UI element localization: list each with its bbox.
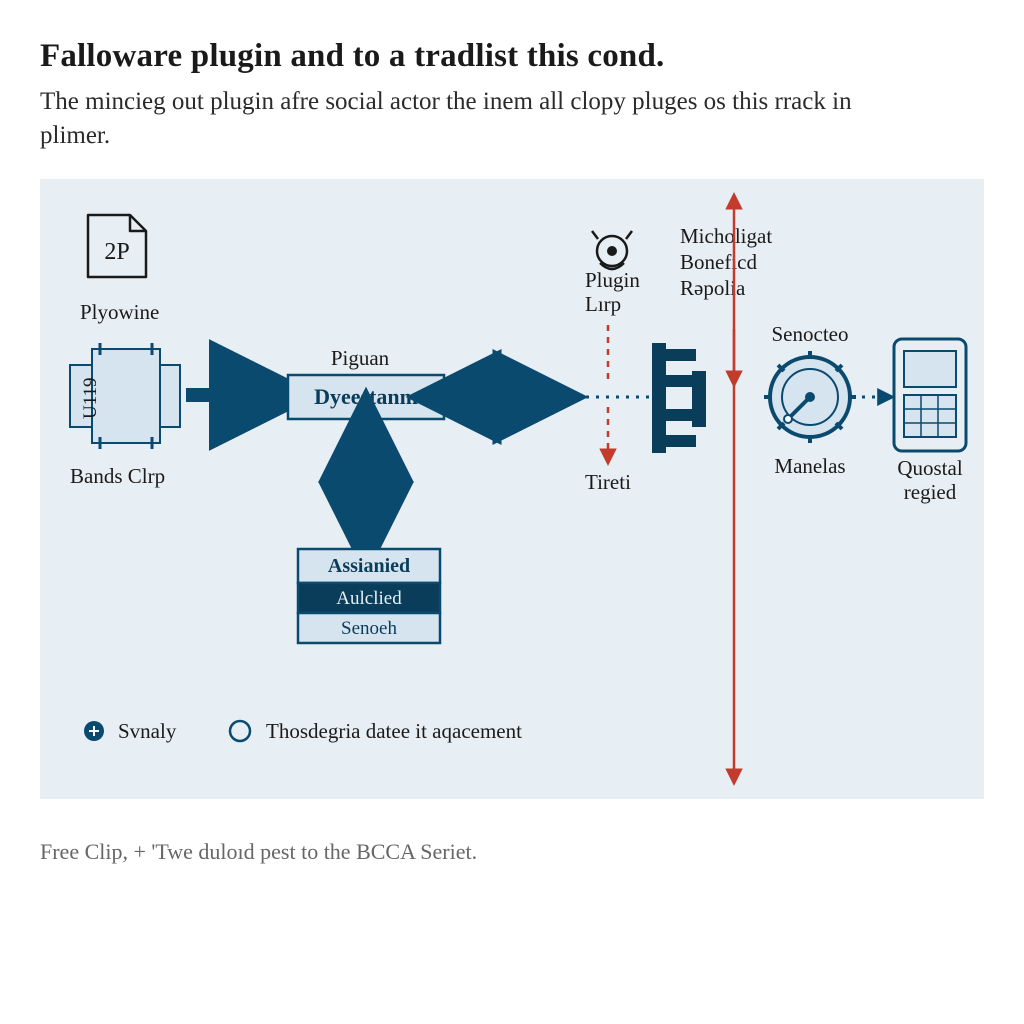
file-icon: 2P xyxy=(88,215,146,277)
assianied-row1: Aulclied xyxy=(336,588,402,609)
legend-item-1: Svnaly xyxy=(118,719,177,743)
page-subtitle: The mincieg out plugin afre social actor… xyxy=(40,85,920,153)
plugin-lirp-icon xyxy=(592,231,632,269)
diagram-panel: 2P Plyowine U119 Bands Clrp Piguan Dyees… xyxy=(40,179,984,799)
quostal-label-2: regied xyxy=(904,480,957,504)
dyeestanm-box: Dyeestanm xyxy=(288,375,444,419)
micholigat-line3: Rəpolia xyxy=(680,276,746,300)
piguan-label: Piguan xyxy=(331,346,390,370)
tireti-label: Tireti xyxy=(585,470,631,494)
bands-clrp-label: Bands Clrp xyxy=(70,464,165,488)
page-title: Falloware plugin and to a tradlist this … xyxy=(40,38,984,75)
senocteo-label: Senocteo xyxy=(772,322,849,346)
quostal-label-1: Quostal xyxy=(897,456,962,480)
manelas-gauge-icon xyxy=(764,351,856,443)
manelas-label: Manelas xyxy=(774,454,845,478)
quostal-device-icon xyxy=(894,339,966,451)
plyowine-label: Plyowine xyxy=(80,300,159,324)
bands-unit-label: U119 xyxy=(80,377,101,419)
legend: Svnaly Thosdegria datee it aqacement xyxy=(84,719,522,743)
dyeestanm-label: Dyeestanm xyxy=(314,384,418,409)
micholigat-line2: Boneficd xyxy=(680,250,757,274)
file-badge-text: 2P xyxy=(104,239,129,265)
plugin-lirp-label-1: Plugin xyxy=(585,268,640,292)
micholigat-line1: Micholigat xyxy=(680,224,772,248)
bands-clrp-icon: U119 xyxy=(70,343,180,449)
assianied-row2: Senoeh xyxy=(341,618,397,639)
bracket-icon xyxy=(652,343,706,453)
plugin-lirp-label-2: Lırp xyxy=(585,292,621,316)
assianied-title: Assianied xyxy=(328,555,410,577)
diagram-svg: 2P Plyowine U119 Bands Clrp Piguan Dyees… xyxy=(40,179,984,799)
assianied-table: Assianied Aulclied Senoeh xyxy=(298,549,440,643)
footer-text: Free Clip, + 'Twe duloıd pest to the BCC… xyxy=(40,839,984,865)
legend-item-2: Thosdegria datee it aqacement xyxy=(266,719,522,743)
